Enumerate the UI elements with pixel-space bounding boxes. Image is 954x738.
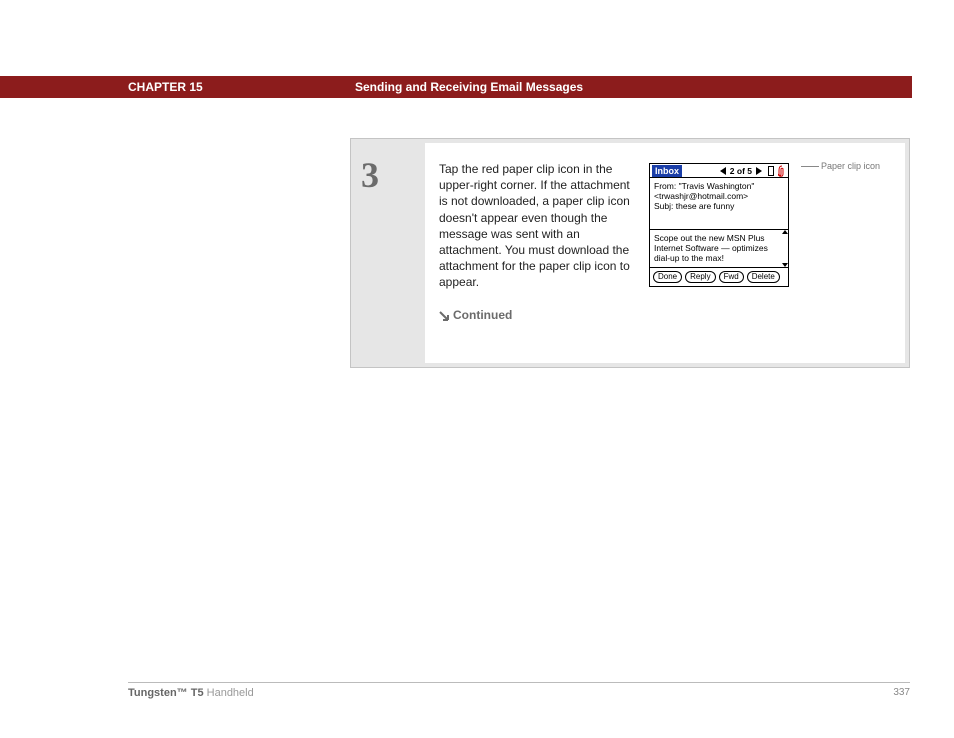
chapter-label: CHAPTER 15 [128,80,203,94]
fwd-button: Fwd [719,271,744,283]
device-message-body: Scope out the new MSN Plus Internet Soft… [650,230,788,268]
device-screenshot: Inbox 2 of 5 [649,163,789,287]
from-name: "Travis Washington" [679,181,755,191]
device-message-header: From: "Travis Washington" <trwashjr@hotm… [650,178,788,230]
instruction-column: Tap the red paper clip icon in the upper… [439,161,639,323]
scroll-down-icon [782,263,788,267]
delete-button: Delete [747,271,780,283]
subj-label: Subj: [654,201,673,211]
step-body: Tap the red paper clip icon in the upper… [425,143,905,363]
prev-arrow-icon [720,167,726,175]
figure-column: Inbox 2 of 5 [639,161,891,323]
step-number: 3 [361,157,417,193]
continued-arrow-icon [439,311,449,321]
paperclip-icon [778,165,786,177]
folder-icon [768,166,774,176]
continued-label: Continued [453,308,512,322]
instruction-text: Tap the red paper clip icon in the upper… [439,161,639,291]
from-label: From: [654,181,676,191]
from-address: <trwashjr@hotmail.com> [654,191,784,201]
done-button: Done [653,271,682,283]
scrollbar [782,230,787,267]
product-light: Handheld [204,687,254,699]
chapter-header-bar: CHAPTER 15 Sending and Receiving Email M… [0,76,912,98]
page-footer: Tungsten™ T5 Handheld 337 [128,682,910,699]
continued-indicator: Continued [439,307,639,323]
product-bold: Tungsten™ T5 [128,687,204,699]
page-number: 337 [893,687,910,699]
product-name: Tungsten™ T5 Handheld [128,687,254,699]
message-body-text: Scope out the new MSN Plus Internet Soft… [654,233,784,264]
message-counter: 2 of 5 [730,166,752,176]
callout-leader-line [801,166,819,167]
chapter-title: Sending and Receiving Email Messages [355,80,583,94]
scroll-up-icon [782,230,788,234]
step-panel: 3 Tap the red paper clip icon in the upp… [350,138,910,368]
subj-text: these are funny [676,201,735,211]
paperclip-callout: Paper clip icon [801,161,880,171]
callout-label: Paper clip icon [821,161,880,171]
nav-group: 2 of 5 [720,165,786,177]
next-arrow-icon [756,167,762,175]
reply-button: Reply [685,271,715,283]
device-button-row: Done Reply Fwd Delete [650,268,788,286]
inbox-label: Inbox [652,165,682,177]
device-header: Inbox 2 of 5 [650,164,788,178]
step-number-column: 3 [355,143,425,363]
